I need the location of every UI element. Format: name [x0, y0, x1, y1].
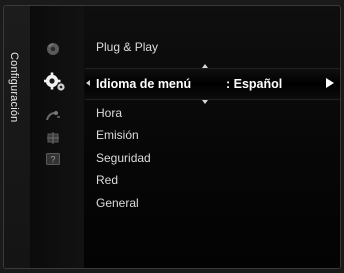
- sidebar-title: Configuración: [8, 52, 20, 123]
- menu-list: Plug & Play Hora Emisión Seguridad Red G…: [96, 6, 340, 268]
- menu-item-general[interactable]: General: [96, 196, 139, 210]
- menu-item-red[interactable]: Red: [96, 173, 118, 187]
- selected-item-label: Idioma de menú: [96, 77, 192, 91]
- gear-icon: [44, 72, 66, 91]
- disc-icon: [42, 41, 64, 57]
- menu-item-seguridad[interactable]: Seguridad: [96, 151, 151, 165]
- icon-column: ?: [30, 6, 84, 268]
- satellite-icon: [42, 108, 64, 124]
- help-icon: ?: [42, 151, 64, 167]
- svg-text:?: ?: [50, 155, 55, 165]
- chevron-left-icon: [86, 80, 90, 86]
- selected-item-value: : Español: [226, 77, 283, 91]
- menu-item-plug-play[interactable]: Plug & Play: [96, 40, 158, 54]
- scroll-up-icon: [202, 64, 208, 68]
- scroll-down-icon: [202, 100, 208, 104]
- sidebar: Configuración: [4, 6, 31, 268]
- menu-item-emision[interactable]: Emisión: [96, 128, 139, 142]
- menu-item-idioma-selected[interactable]: Idioma de menú : Español: [85, 64, 340, 104]
- menu-item-hora[interactable]: Hora: [96, 106, 122, 120]
- settings-panel: Configuración ? Plug & Play Hora Emisión…: [3, 5, 341, 269]
- antenna-icon: [42, 130, 64, 146]
- chevron-right-icon[interactable]: [326, 78, 334, 88]
